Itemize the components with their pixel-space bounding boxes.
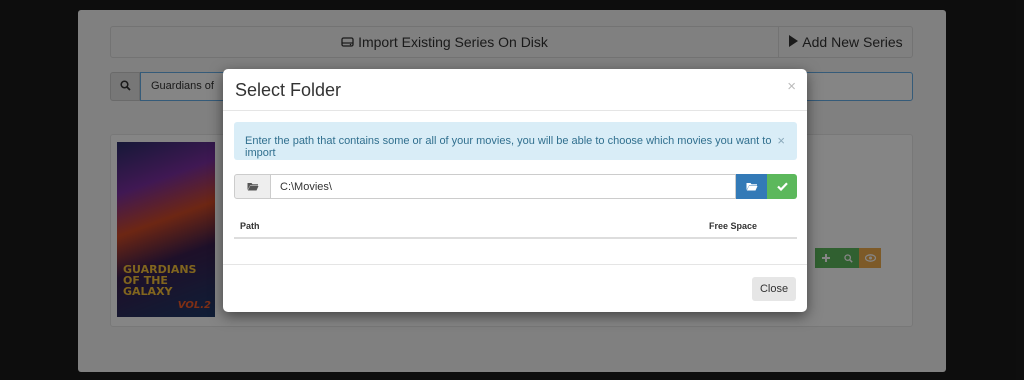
confirm-path-button[interactable] bbox=[767, 174, 797, 199]
modal-close-icon[interactable]: × bbox=[787, 78, 796, 95]
path-input-group: C:\Movies\ bbox=[234, 174, 797, 199]
modal-footer: Close bbox=[223, 264, 807, 312]
browse-folder-button[interactable] bbox=[736, 174, 767, 199]
modal-title: Select Folder bbox=[235, 80, 342, 100]
column-header-path: Path bbox=[240, 221, 260, 231]
select-folder-modal: Select Folder × Enter the path that cont… bbox=[223, 69, 807, 312]
column-header-free-space: Free Space bbox=[709, 221, 758, 231]
folder-addon bbox=[234, 174, 271, 199]
folder-open-icon bbox=[247, 178, 259, 196]
path-input[interactable]: C:\Movies\ bbox=[271, 174, 736, 199]
close-button[interactable]: Close bbox=[752, 277, 796, 301]
folder-open-icon bbox=[746, 178, 758, 196]
folder-table-header: Path Free Space bbox=[234, 213, 797, 239]
info-alert: Enter the path that contains some or all… bbox=[234, 122, 797, 160]
info-alert-text: Enter the path that contains some or all… bbox=[245, 135, 772, 159]
check-icon bbox=[776, 178, 788, 196]
modal-header: Select Folder × bbox=[223, 69, 807, 111]
alert-close-icon[interactable]: × bbox=[777, 133, 785, 148]
